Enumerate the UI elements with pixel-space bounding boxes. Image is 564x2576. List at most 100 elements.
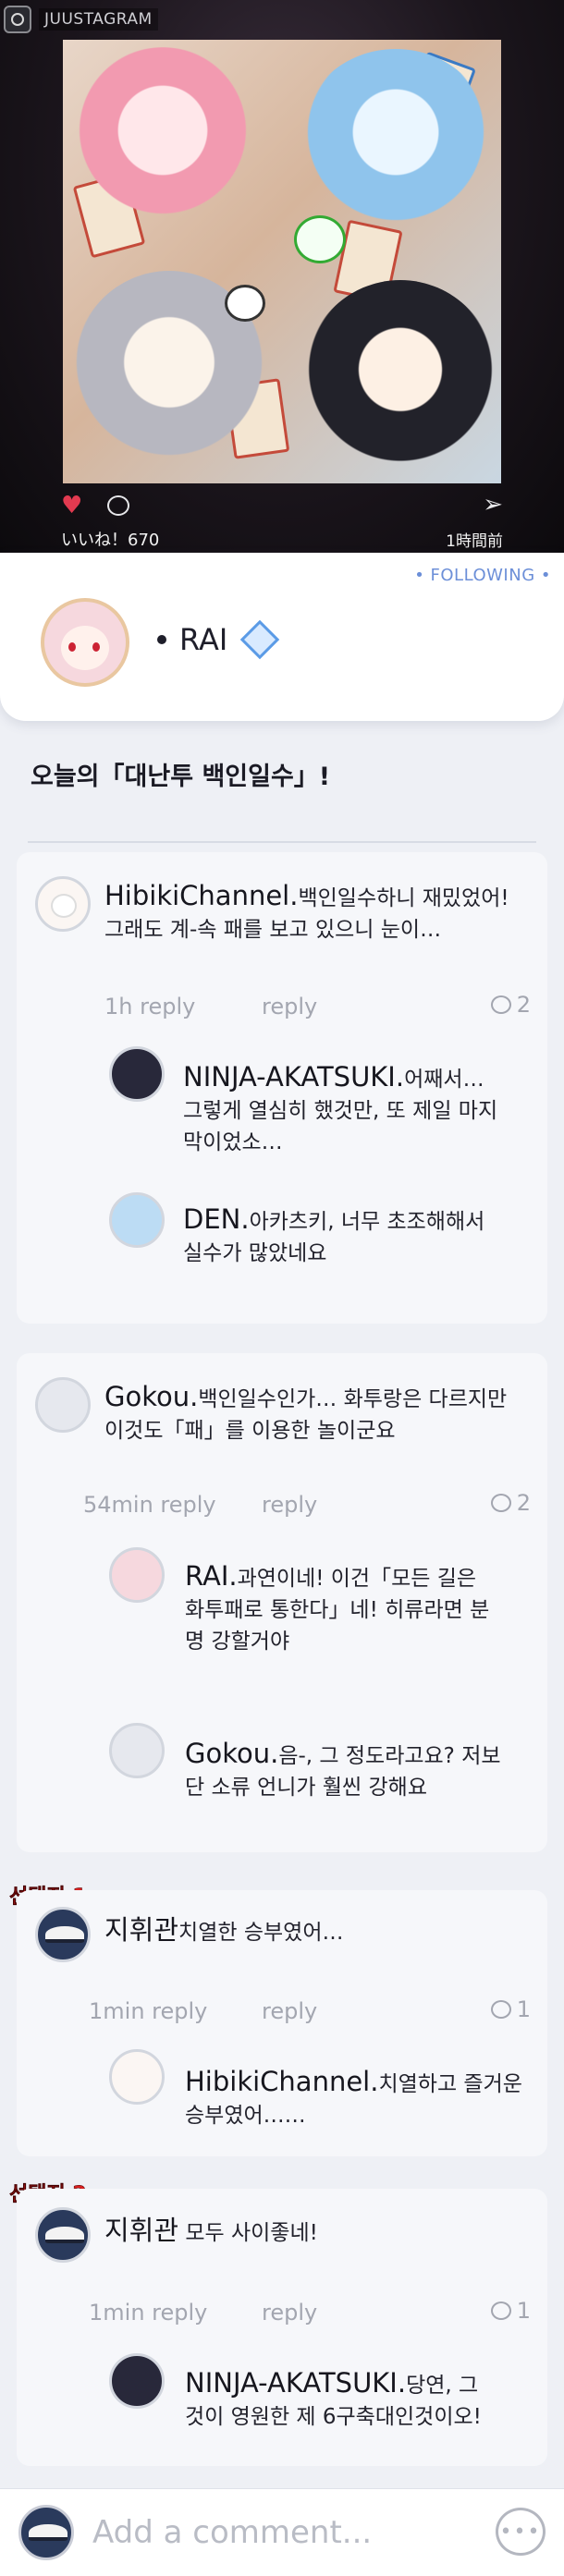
choice-thread[interactable]: 지휘관치열한 승부였어… 1min reply reply 1 HibikiCh… xyxy=(17,1890,547,2156)
send-icon[interactable]: ➢ xyxy=(483,493,503,517)
avatar[interactable] xyxy=(35,1907,91,1962)
app-icon[interactable] xyxy=(4,6,31,33)
comment-author[interactable]: DEN. xyxy=(183,1203,250,1235)
reply-count-value: 2 xyxy=(516,992,531,1018)
following-button[interactable]: • FOLLOWING • xyxy=(414,566,551,585)
avatar[interactable] xyxy=(109,2049,165,2105)
avatar[interactable] xyxy=(35,2207,91,2263)
comment-body: 어째서… xyxy=(404,1068,484,1092)
comment-author[interactable]: RAI. xyxy=(185,1560,238,1592)
comment-time: 1h reply xyxy=(104,994,196,1019)
chibi-black xyxy=(303,280,497,479)
comment-time: 1min reply xyxy=(89,1998,208,2024)
reply-count-value: 2 xyxy=(516,1490,531,1516)
comment-thread: Gokou.백인일수인가… 화투랑은 다르지만 이것도「패」를 이용한 놀이군요… xyxy=(17,1353,547,1852)
avatar[interactable] xyxy=(109,1046,165,1102)
comment-count-icon xyxy=(490,1494,511,1512)
post-image[interactable] xyxy=(63,40,501,483)
reply-text: Gokou.음-, 그 정도라고요? 저보 단 소류 언니가 훨씬 강해요 xyxy=(185,1738,546,1803)
comment-author[interactable]: HibikiChannel. xyxy=(104,880,298,911)
profile-name-row: RAI xyxy=(157,619,280,660)
comment-author[interactable]: Gokou. xyxy=(185,1738,278,1769)
reply-count-value: 1 xyxy=(516,1996,531,2022)
comment-body: 이것도「패」를 이용한 놀이군요 xyxy=(104,1419,396,1443)
reply-count[interactable]: 1 xyxy=(490,1996,531,2022)
avatar[interactable] xyxy=(109,1547,165,1603)
speech-bubble xyxy=(225,285,265,322)
comment-body: 과연이네! 이건「모든 길은 xyxy=(237,1567,477,1591)
comment-icon[interactable] xyxy=(107,495,129,516)
comment-body: 그렇게 열심히 했것만, 또 제일 마지 xyxy=(183,1099,498,1123)
profile-header: • FOLLOWING • RAI xyxy=(0,553,564,721)
post-caption: 오늘의「대난투 백인일수」! xyxy=(31,763,331,791)
avatar[interactable] xyxy=(109,1192,165,1248)
comment-time: 54min reply xyxy=(83,1492,216,1518)
reply-count[interactable]: 2 xyxy=(490,992,531,1018)
comment-body: 백인일수하니 재밌었어! xyxy=(298,886,509,910)
reply-count-value: 1 xyxy=(516,2298,531,2324)
swirl-bubble xyxy=(294,215,346,263)
reply-count[interactable]: 1 xyxy=(490,2298,531,2324)
likes-count: いいね！670 xyxy=(61,531,160,550)
reply-text: RAI.과연이네! 이건「모든 길은 화투패로 통한다」네! 히류라면 분 명 … xyxy=(185,1560,546,1657)
reply-button[interactable]: reply xyxy=(262,1998,317,2024)
comment-author[interactable]: 지휘관 xyxy=(104,1914,178,1946)
reply-button[interactable]: reply xyxy=(262,1492,317,1518)
comment-body: 모두 사이좋네! xyxy=(185,2221,318,2245)
post-time: 1時間前 xyxy=(446,532,503,551)
comment-body: 실수가 많았네요 xyxy=(183,1241,327,1265)
reply-button[interactable]: reply xyxy=(262,994,317,1019)
reply-button[interactable]: reply xyxy=(262,2300,317,2326)
comment-body: 음-, 그 정도라고요? 저보 xyxy=(278,1744,501,1768)
comment-body: 화투패로 통한다」네! 히류라면 분 xyxy=(185,1598,490,1622)
comment-count-icon xyxy=(490,995,511,1014)
comment-body: 치열한 승부였어… xyxy=(178,1921,344,1945)
comment-text: 지휘관치열한 승부였어… xyxy=(104,1914,539,1948)
comment-text: Gokou.백인일수인가… 화투랑은 다르지만 이것도「패」를 이용한 놀이군요 xyxy=(104,1381,544,1447)
comment-body: 승부였어…… xyxy=(185,2104,306,2128)
reply-count[interactable]: 2 xyxy=(490,1490,531,1516)
comment-body: 그래도 계-속 패를 보고 있으니 눈이… xyxy=(104,918,442,942)
comment-author[interactable]: Gokou. xyxy=(104,1381,198,1412)
avatar[interactable] xyxy=(41,598,129,687)
comment-count-icon xyxy=(490,2301,511,2320)
chibi-pink xyxy=(70,47,255,232)
avatar[interactable] xyxy=(35,1377,91,1433)
app-bar: JUUSTAGRAM xyxy=(0,0,158,39)
comment-thread: HibikiChannel.백인일수하니 재밌었어! 그래도 계-속 패를 보고… xyxy=(17,852,547,1324)
avatar[interactable] xyxy=(18,2505,74,2560)
comment-body: 것이 영원한 제 6구축대인것이오! xyxy=(185,2405,482,2429)
comment-body: 막이었소… xyxy=(183,1130,283,1154)
comment-author[interactable]: 지휘관 xyxy=(104,2215,178,2246)
comment-count-icon xyxy=(490,2000,511,2019)
choice-thread[interactable]: 지휘관 모두 사이좋네! 1min reply reply 1 NINJA-AK… xyxy=(17,2189,547,2466)
comment-author[interactable]: NINJA-AKATSUKI. xyxy=(183,1061,404,1093)
reply-text: DEN.아카츠키, 너무 초조해해서 실수가 많았네요 xyxy=(183,1203,544,1269)
reply-text: NINJA-AKATSUKI.당연, 그 것이 영원한 제 6구축대인것이오! xyxy=(185,2367,546,2433)
post-actions: ♥ ➢ xyxy=(61,493,503,518)
comment-time: 1min reply xyxy=(89,2300,208,2326)
reply-text: HibikiChannel.치열하고 즐거운 승부였어…… xyxy=(185,2066,546,2131)
comment-body: 아카츠키, 너무 초조해해서 xyxy=(249,1210,485,1234)
profile-name[interactable]: RAI xyxy=(179,622,227,657)
comment-author[interactable]: HibikiChannel. xyxy=(185,2066,378,2097)
comment-author[interactable]: NINJA-AKATSUKI. xyxy=(185,2367,406,2399)
comment-text: 지휘관 모두 사이좋네! xyxy=(104,2215,539,2249)
reply-text: NINJA-AKATSUKI.어째서… 그렇게 열심히 했것만, 또 제일 마지… xyxy=(183,1061,544,1158)
comment-body: 단 소류 언니가 훨씬 강해요 xyxy=(185,1776,428,1800)
heart-icon[interactable]: ♥ xyxy=(61,494,82,518)
avatar[interactable] xyxy=(35,876,91,932)
comment-body: 치열하고 즐거운 xyxy=(378,2072,522,2096)
comment-input-bar: ••• xyxy=(0,2488,564,2576)
comment-body: 당연, 그 xyxy=(406,2374,479,2398)
divider xyxy=(28,841,536,843)
comment-body: 백인일수인가… 화투랑은 다르지만 xyxy=(198,1387,508,1411)
chat-icon[interactable]: ••• xyxy=(496,2508,546,2556)
avatar[interactable] xyxy=(109,1723,165,1778)
avatar[interactable] xyxy=(109,2353,165,2409)
verified-icon xyxy=(240,619,280,660)
app-name: JUUSTAGRAM xyxy=(39,8,158,31)
chibi-blue xyxy=(299,49,493,234)
comment-input[interactable] xyxy=(92,2508,462,2558)
comment-text: HibikiChannel.백인일수하니 재밌었어! 그래도 계-속 패를 보고… xyxy=(104,880,539,946)
